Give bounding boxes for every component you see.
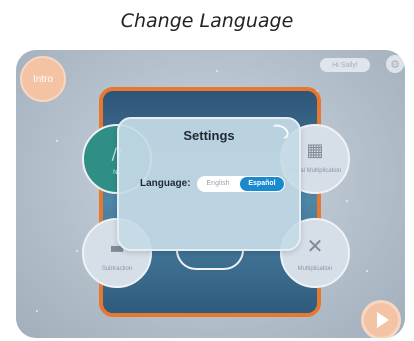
- language-toggle[interactable]: English Español: [197, 176, 285, 192]
- play-icon: [377, 312, 389, 328]
- settings-title: Settings: [183, 128, 235, 143]
- language-option-english[interactable]: English: [197, 176, 239, 192]
- settings-dialog: Settings Language: English Español: [117, 117, 301, 251]
- intro-button[interactable]: Intro: [20, 56, 66, 102]
- activity-center[interactable]: [176, 250, 244, 270]
- greeting-badge: Hi Sally!: [320, 58, 370, 72]
- caption: Change Language: [120, 10, 294, 32]
- gear-icon[interactable]: ⚙: [386, 55, 404, 73]
- language-label: Language:: [140, 178, 191, 189]
- play-button[interactable]: [361, 300, 401, 338]
- language-option-espanol[interactable]: Español: [240, 177, 284, 191]
- app-screen: Intro Hi Sally! ⚙ // Nu ▦ Visual Multipl…: [16, 50, 405, 338]
